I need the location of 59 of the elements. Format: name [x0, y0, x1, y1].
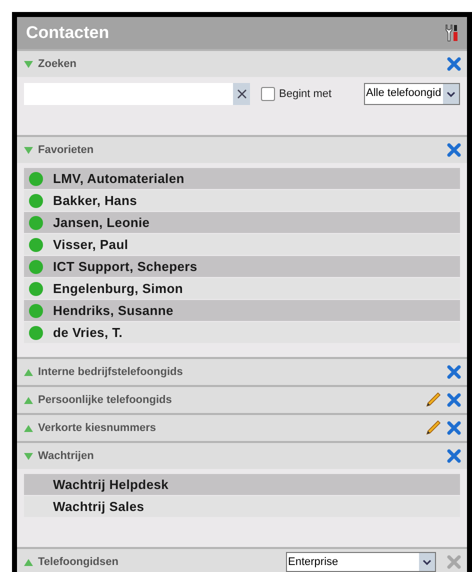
queue-name: Wachtrij Helpdesk	[53, 477, 169, 492]
triangle-icon	[24, 60, 33, 68]
directory-dropdown[interactable]: Enterprise	[286, 552, 436, 572]
caret-icon	[423, 560, 431, 564]
search-field[interactable]	[24, 83, 250, 105]
contact-row[interactable]: de Vries, T.	[24, 322, 460, 343]
triangle-icon	[24, 396, 33, 404]
close-icon[interactable]	[447, 57, 461, 71]
section-header[interactable]: Interne bedrijfstelefoongids	[17, 357, 467, 385]
contact-name: Jansen, Leonie	[53, 215, 150, 230]
contact-name: ICT Support, Schepers	[53, 259, 198, 274]
close-icon[interactable]	[447, 365, 461, 379]
triangle-icon	[24, 452, 33, 460]
contact-name: Hendriks, Susanne	[53, 303, 174, 318]
tools-icon[interactable]	[445, 24, 459, 42]
contact-row[interactable]: Jansen, Leonie	[24, 212, 460, 233]
window-title: Contacten	[26, 23, 110, 43]
close-icon[interactable]	[447, 449, 461, 463]
section-title: Favorieten	[38, 144, 95, 156]
close-icon[interactable]	[447, 393, 461, 407]
contact-row[interactable]: LMV, Automaterialen	[24, 168, 460, 189]
section-title: Verkorte kiesnummers	[38, 422, 158, 434]
contact-name: Bakker, Hans	[53, 193, 138, 208]
contact-row[interactable]: Hendriks, Susanne	[24, 300, 460, 321]
triangle-icon	[24, 368, 33, 376]
pencil-icon[interactable]	[425, 392, 441, 408]
queue-row[interactable]: Wachtrij Sales	[24, 496, 460, 517]
section-header[interactable]: Favorieten	[17, 135, 467, 163]
checkbox-label: Begint met	[279, 88, 332, 100]
contact-row[interactable]: Bakker, Hans	[24, 190, 460, 211]
contact-name: Engelenburg, Simon	[53, 281, 183, 296]
queue-name: Wachtrij Sales	[53, 499, 144, 514]
section-header[interactable]: Wachtrijen	[17, 441, 467, 469]
checkbox[interactable]	[261, 87, 275, 101]
section-title: Wachtrijen	[38, 450, 95, 462]
contact-name: de Vries, T.	[53, 325, 123, 340]
section-title: Zoeken	[38, 58, 78, 70]
section-title: Persoonlijke telefoongids	[38, 394, 173, 406]
section-title: Interne bedrijfstelefoongids	[38, 366, 184, 378]
close-icon[interactable]	[447, 421, 461, 435]
directory-dropdown[interactable]: Alle telefoongid	[364, 83, 460, 105]
contact-row[interactable]: Visser, Paul	[24, 234, 460, 255]
section-header[interactable]: Zoeken	[17, 49, 467, 77]
caret-icon	[447, 92, 455, 96]
queue-row[interactable]: Wachtrij Helpdesk	[24, 474, 460, 495]
triangle-icon	[24, 146, 33, 154]
triangle-icon	[24, 424, 33, 432]
contact-name: LMV, Automaterialen	[53, 171, 184, 186]
close-icon[interactable]	[447, 143, 461, 157]
pencil-icon[interactable]	[425, 420, 441, 436]
section-title: Telefoongidsen	[38, 556, 120, 568]
clear-icon[interactable]	[236, 89, 246, 99]
contact-row[interactable]: Engelenburg, Simon	[24, 278, 460, 299]
section-header[interactable]: Persoonlijke telefoongids	[17, 385, 467, 413]
contact-row[interactable]: ICT Support, Schepers	[24, 256, 460, 277]
section-header[interactable]: Telefoongidsen Enterprise	[17, 547, 467, 572]
triangle-icon	[24, 558, 33, 566]
section-header[interactable]: Verkorte kiesnummers	[17, 413, 467, 441]
contact-name: Visser, Paul	[53, 237, 128, 252]
